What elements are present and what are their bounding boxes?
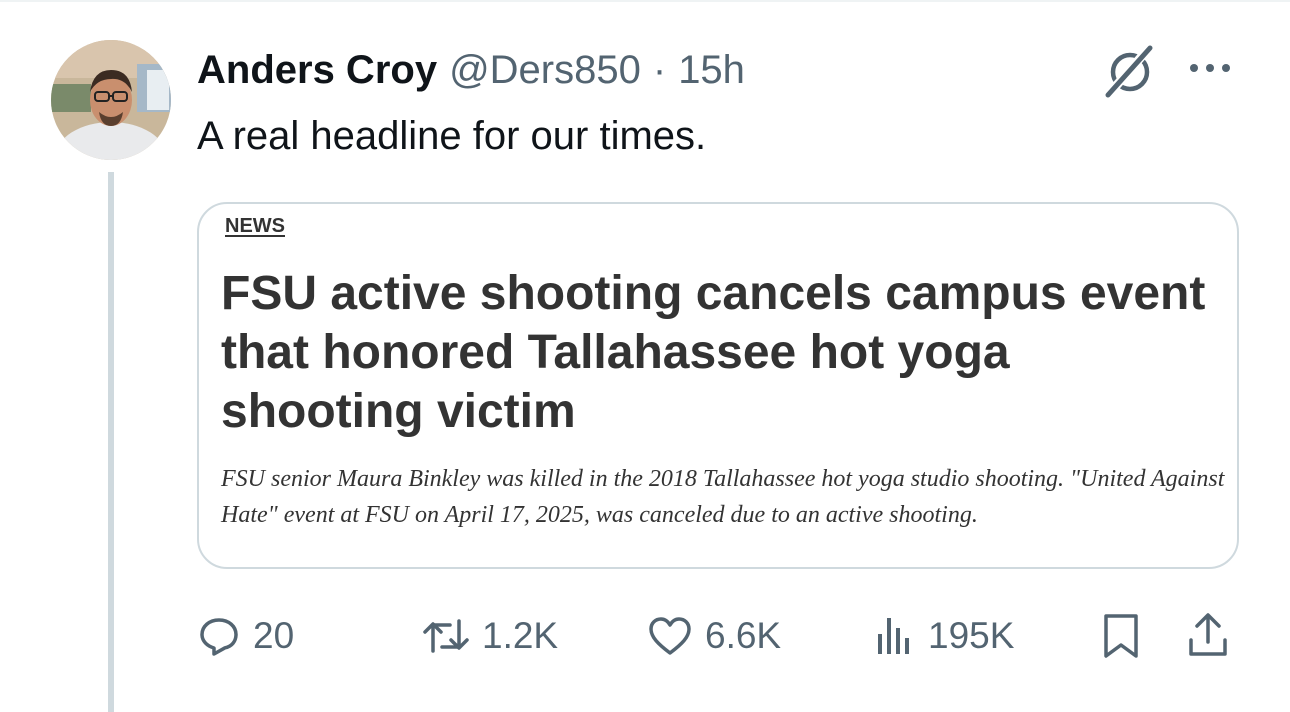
like-count: 6.6K: [705, 615, 782, 656]
card-headline: FSU active shooting cancels campus event…: [221, 267, 1206, 438]
like-button[interactable]: 6.6K: [647, 612, 781, 660]
author-display-name[interactable]: Anders Croy: [197, 48, 437, 93]
views-chart-icon: [878, 618, 909, 654]
share-icon: [1189, 613, 1227, 656]
tweet-header: Anders Croy @Ders850 · 15h: [197, 46, 745, 94]
card-summary: FSU senior Maura Binkley was killed in t…: [221, 466, 1225, 528]
share-button[interactable]: [1186, 612, 1230, 660]
views-button[interactable]: 195K: [872, 612, 1014, 660]
tweet-timestamp[interactable]: 15h: [678, 48, 745, 93]
action-bar: 20 1.2K 6.6K 195K: [0, 612, 1290, 660]
avatar-photo: [51, 40, 171, 160]
grok-icon[interactable]: [1103, 42, 1159, 99]
bookmark-button[interactable]: [1101, 612, 1141, 660]
repost-icon: [423, 619, 469, 653]
bookmark-icon: [1104, 614, 1138, 658]
heart-icon: [649, 617, 691, 655]
separator-dot: ·: [652, 47, 667, 92]
author-handle[interactable]: @Ders850: [449, 48, 641, 93]
more-options-icon[interactable]: [1185, 55, 1235, 81]
reply-count: 20: [253, 615, 295, 656]
avatar[interactable]: [51, 40, 171, 160]
reply-icon: [200, 618, 238, 656]
card-tag: NEWS: [225, 215, 285, 237]
repost-button[interactable]: 1.2K: [422, 612, 558, 660]
reply-button[interactable]: 20: [197, 612, 294, 660]
link-card[interactable]: NEWS FSU active shooting cancels campus …: [197, 202, 1239, 569]
tweet-text: A real headline for our times.: [197, 114, 707, 158]
top-divider: [0, 0, 1290, 2]
views-count: 195K: [928, 615, 1015, 656]
repost-count: 1.2K: [482, 615, 559, 656]
